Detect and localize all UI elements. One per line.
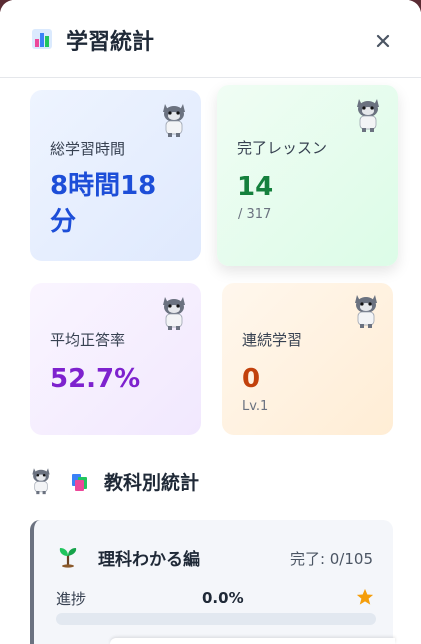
total-time-value-line1: 8時間18 (50, 171, 157, 201)
subject-card[interactable]: 理科わかる編 完了: 0/105 進捗 0.0% (30, 520, 393, 644)
completed-lessons-total: / 317 (238, 207, 272, 222)
cat-mascot-icon (163, 104, 185, 137)
cat-mascot-icon (32, 468, 50, 495)
total-time-card: 総学習時間 8時間18 分 (30, 90, 201, 261)
accuracy-card: 平均正答率 52.7% (30, 283, 201, 435)
progress-value: 0.0% (202, 589, 244, 607)
cat-mascot-icon (355, 295, 377, 328)
subject-completed: 完了: 0/105 (289, 550, 373, 568)
streak-level: Lv.1 (242, 399, 269, 414)
progress-bar (56, 613, 376, 625)
accuracy-label: 平均正答率 (50, 331, 126, 349)
streak-label: 連続学習 (242, 331, 303, 349)
completed-lessons-card: 完了レッスン 14 / 317 (217, 85, 398, 266)
progress-label: 進捗 (56, 590, 87, 608)
stats-modal: 学習統計 総学習時間 8時間18 分 完了レッスン 14 / 317 平均正答率… (0, 0, 421, 644)
completed-lessons-value: 14 (237, 172, 274, 202)
modal-header: 学習統計 (0, 0, 421, 78)
total-time-label: 総学習時間 (50, 140, 126, 158)
completed-lessons-label: 完了レッスン (237, 139, 328, 157)
close-button[interactable] (368, 26, 398, 56)
total-time-value: 8時間18 分 (50, 168, 156, 240)
streak-card: 連続学習 0 Lv.1 (222, 283, 393, 435)
star-icon (356, 588, 374, 605)
close-icon (376, 34, 390, 48)
section-title: 教科別統計 (104, 472, 200, 494)
accuracy-value: 52.7% (50, 364, 141, 394)
sprout-icon (59, 548, 77, 568)
streak-value: 0 (242, 364, 261, 394)
cat-mascot-icon (357, 99, 379, 132)
cat-mascot-icon (163, 297, 185, 330)
books-icon (72, 474, 87, 491)
bar-chart-icon (32, 29, 52, 49)
bottom-overlay (110, 638, 395, 644)
total-time-value-line2: 分 (50, 207, 77, 237)
modal-title: 学習統計 (66, 30, 155, 55)
subject-name: 理科わかる編 (98, 550, 200, 570)
